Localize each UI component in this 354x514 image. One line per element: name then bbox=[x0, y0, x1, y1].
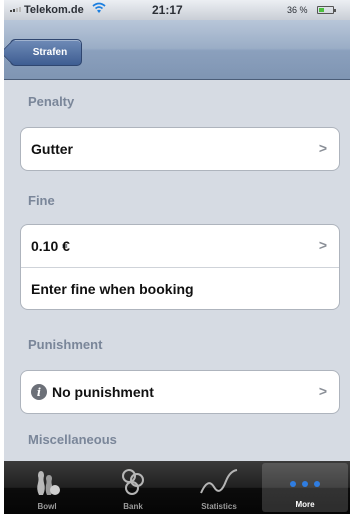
info-icon: i bbox=[31, 384, 47, 400]
group-fine: 0.10 € > Enter fine when booking bbox=[20, 224, 340, 310]
fine-amount-row[interactable]: 0.10 € > bbox=[21, 225, 339, 267]
battery-percent: 36 % bbox=[287, 5, 308, 15]
penalty-row[interactable]: Gutter > bbox=[21, 128, 339, 170]
tab-label: Statistics bbox=[201, 502, 237, 511]
tab-bar: Bowl Bank Statistics More bbox=[4, 461, 350, 514]
tab-label: More bbox=[295, 500, 315, 509]
group-punishment: i No punishment > bbox=[20, 370, 340, 414]
section-header-miscellaneous: Miscellaneous bbox=[28, 432, 117, 447]
battery-icon bbox=[317, 6, 336, 14]
enter-fine-when-booking-row[interactable]: Enter fine when booking bbox=[21, 267, 339, 309]
tab-bowl[interactable]: Bowl bbox=[4, 461, 90, 514]
phone-screen: Telekom.de 21:17 36 % Strafen Penalty Gu… bbox=[4, 0, 350, 514]
tab-label: Bank bbox=[123, 502, 143, 511]
tab-label: Bowl bbox=[37, 502, 57, 511]
fine-amount-value: 0.10 € bbox=[31, 238, 70, 254]
back-button-label: Strafen bbox=[32, 47, 68, 58]
section-header-penalty: Penalty bbox=[28, 94, 75, 109]
statistics-line-icon bbox=[200, 469, 238, 494]
section-header-punishment: Punishment bbox=[28, 337, 103, 352]
punishment-row[interactable]: i No punishment > bbox=[21, 371, 339, 413]
penalty-value: Gutter bbox=[31, 141, 73, 157]
chevron-right-icon: > bbox=[318, 383, 327, 399]
back-button[interactable]: Strafen bbox=[10, 39, 82, 66]
battery-fill bbox=[319, 8, 324, 12]
status-bar: Telekom.de 21:17 36 % bbox=[4, 0, 350, 20]
tab-bank[interactable]: Bank bbox=[90, 461, 176, 514]
bank-coins-icon bbox=[122, 469, 144, 495]
group-penalty: Gutter > bbox=[20, 127, 340, 171]
section-header-fine: Fine bbox=[28, 193, 55, 208]
tab-more[interactable]: More bbox=[262, 463, 348, 512]
settings-table[interactable]: Penalty Gutter > Fine 0.10 € > Enter fin… bbox=[4, 81, 350, 461]
wifi-icon bbox=[92, 2, 106, 13]
tab-statistics[interactable]: Statistics bbox=[176, 461, 262, 514]
signal-strength-icon bbox=[10, 7, 21, 12]
chevron-right-icon: > bbox=[318, 237, 327, 253]
punishment-value: No punishment bbox=[52, 384, 154, 400]
navigation-bar: Strafen bbox=[4, 20, 350, 80]
more-dots-icon bbox=[290, 481, 320, 487]
bowling-pins-icon bbox=[37, 471, 60, 495]
chevron-right-icon: > bbox=[318, 140, 327, 156]
enter-fine-when-booking-label: Enter fine when booking bbox=[31, 280, 194, 297]
status-time: 21:17 bbox=[152, 3, 183, 17]
carrier-name: Telekom.de bbox=[24, 4, 84, 16]
